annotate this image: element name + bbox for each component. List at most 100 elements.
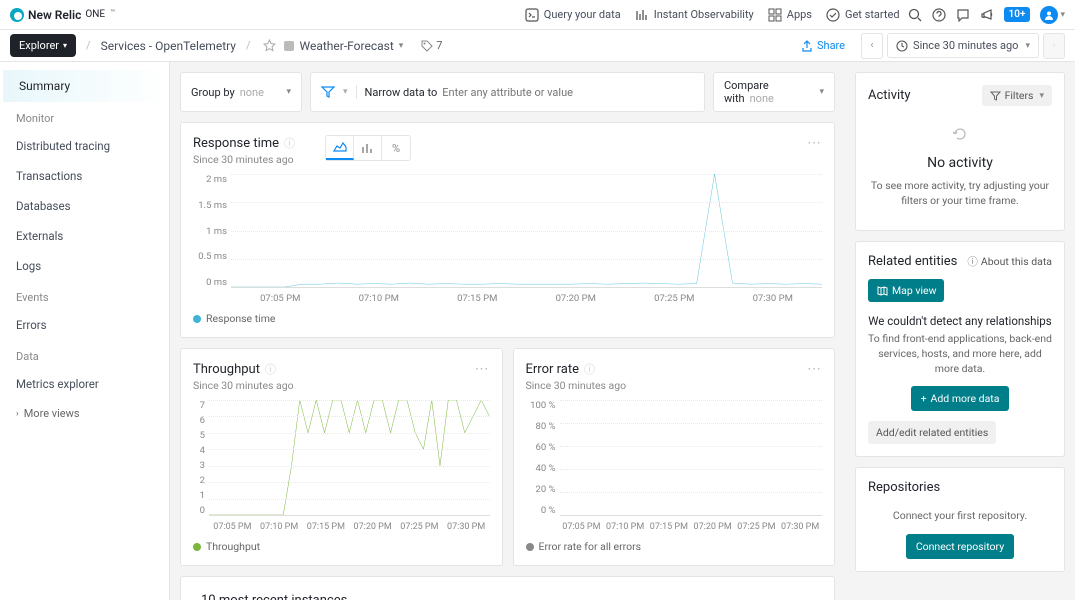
throughput-panel: Throughputⓘ Since 30 minutes ago ⋯ 7 6 5… xyxy=(180,348,503,566)
breadcrumb-services[interactable]: Services - OpenTelemetry xyxy=(101,39,236,53)
user-menu[interactable]: ▾ xyxy=(1040,6,1065,24)
y-tick: 6 xyxy=(193,415,205,426)
related-sub-text: To find front-end applications, back-end… xyxy=(868,332,1052,376)
chart-menu-icon[interactable]: ⋯ xyxy=(807,135,822,151)
percent-view-toggle[interactable]: % xyxy=(382,136,410,160)
group-by-label: Group by xyxy=(191,86,235,99)
sidebar-item-metrics[interactable]: Metrics explorer xyxy=(0,369,169,399)
time-prev-button[interactable]: ‹ xyxy=(861,33,883,59)
chevron-down-icon: ▾ xyxy=(1025,41,1030,51)
add-more-label: Add more data xyxy=(931,392,1000,405)
notification-badge[interactable]: 10+ xyxy=(1004,7,1031,22)
undo-icon xyxy=(951,126,969,142)
area-view-toggle[interactable] xyxy=(326,136,354,160)
x-tick: 07:15 PM xyxy=(307,522,345,532)
info-icon[interactable]: ⓘ xyxy=(584,361,595,377)
check-circle-icon xyxy=(826,8,840,22)
query-data-link[interactable]: Query your data xyxy=(525,8,621,22)
get-started-label: Get started xyxy=(845,8,900,21)
share-button[interactable]: Share xyxy=(801,39,845,52)
time-picker-button[interactable]: Since 30 minutes ago ▾ xyxy=(887,33,1039,58)
apps-icon xyxy=(768,8,782,22)
info-icon[interactable]: ⓘ xyxy=(284,135,295,151)
sidebar-item-logs[interactable]: Logs xyxy=(0,251,169,281)
time-label: Since 30 minutes ago xyxy=(913,39,1018,52)
chevron-down-icon[interactable]: ▾ xyxy=(343,87,348,97)
y-tick: 0.5 ms xyxy=(193,251,227,262)
compare-select[interactable]: Compare withnone ▾ xyxy=(713,72,835,112)
map-view-button[interactable]: Map view xyxy=(868,279,944,302)
y-tick: 1.5 ms xyxy=(193,200,227,211)
x-tick: 07:30 PM xyxy=(753,293,793,304)
search-icon[interactable] xyxy=(908,8,922,22)
tag-icon xyxy=(421,40,433,52)
feedback-icon[interactable] xyxy=(956,8,970,22)
x-tick: 07:25 PM xyxy=(737,522,775,532)
chevron-down-icon: ▾ xyxy=(63,41,67,50)
add-more-data-button[interactable]: + Add more data xyxy=(911,386,1010,411)
top-links: Query your data Instant Observability Ap… xyxy=(525,8,900,22)
plus-icon: + xyxy=(921,392,927,405)
add-edit-entities-button[interactable]: Add/edit related entities xyxy=(868,421,996,444)
chevron-down-icon: ▾ xyxy=(286,87,291,97)
breadcrumb-entity[interactable]: Weather-Forecast xyxy=(300,39,394,53)
y-tick: 3 xyxy=(193,460,205,471)
no-activity-text: No activity xyxy=(868,155,1052,171)
brand-sub: ONE xyxy=(85,9,105,20)
view-toggle-group: % xyxy=(325,135,411,161)
time-next-button[interactable]: › xyxy=(1043,33,1065,59)
instances-panel: 10 most recent instances instance id ave… xyxy=(180,576,835,600)
chart-menu-icon[interactable]: ⋯ xyxy=(475,361,490,377)
error-rate-chart[interactable]: 100 % 80 % 60 % 40 % 20 % 0 % 07:05 PM 0… xyxy=(526,400,823,530)
activity-filters-button[interactable]: Filters ▾ xyxy=(982,85,1052,106)
legend-dot xyxy=(193,315,201,323)
sidebar-item-summary[interactable]: Summary xyxy=(0,70,169,102)
sidebar: Summary Monitor Distributed tracing Tran… xyxy=(0,62,170,600)
connect-repo-button[interactable]: Connect repository xyxy=(906,534,1014,559)
chevron-down-icon[interactable]: ▾ xyxy=(399,41,404,51)
info-icon: ⓘ xyxy=(967,254,978,269)
throughput-chart[interactable]: 7 6 5 4 3 2 1 0 xyxy=(193,400,490,530)
announce-icon[interactable] xyxy=(980,8,994,22)
about-data-link[interactable]: ⓘ About this data xyxy=(967,254,1052,269)
x-tick: 07:20 PM xyxy=(694,522,732,532)
y-tick: 0 xyxy=(193,505,205,516)
star-icon[interactable] xyxy=(263,39,276,52)
y-tick: 1 xyxy=(193,490,205,501)
sidebar-item-externals[interactable]: Externals xyxy=(0,221,169,251)
share-icon xyxy=(801,40,813,52)
help-icon[interactable] xyxy=(932,8,946,22)
group-by-select[interactable]: Group by none ▾ xyxy=(180,72,302,112)
filter-icon[interactable] xyxy=(321,86,335,98)
get-started-link[interactable]: Get started xyxy=(826,8,900,22)
top-bar: New Relic ONE ™ Query your data Instant … xyxy=(0,0,1075,30)
group-by-value: none xyxy=(240,86,264,99)
chart-menu-icon[interactable]: ⋯ xyxy=(807,361,822,377)
chart-subtitle: Since 30 minutes ago xyxy=(193,379,294,392)
x-tick: 07:25 PM xyxy=(400,522,438,532)
breadcrumb-separator: / xyxy=(246,39,251,52)
x-tick: 07:20 PM xyxy=(354,522,392,532)
info-icon[interactable]: ⓘ xyxy=(265,361,276,377)
y-tick: 2 xyxy=(193,475,205,486)
instant-obs-link[interactable]: Instant Observability xyxy=(635,8,754,22)
legend-dot xyxy=(526,543,534,551)
bar-view-toggle[interactable] xyxy=(354,136,382,160)
sidebar-item-errors[interactable]: Errors xyxy=(0,310,169,340)
narrow-input[interactable] xyxy=(442,86,694,99)
sidebar-item-tracing[interactable]: Distributed tracing xyxy=(0,131,169,161)
repositories-panel: Repositories Connect your first reposito… xyxy=(855,467,1065,572)
apps-link[interactable]: Apps xyxy=(768,8,812,22)
filters-label: Filters xyxy=(1005,89,1034,102)
explorer-button[interactable]: Explorer ▾ xyxy=(10,34,76,57)
sidebar-item-transactions[interactable]: Transactions xyxy=(0,161,169,191)
legend-dot xyxy=(193,543,201,551)
instant-label: Instant Observability xyxy=(654,8,754,21)
clock-icon xyxy=(896,40,908,52)
tag-count[interactable]: 7 xyxy=(415,37,448,54)
response-time-chart[interactable]: 2 ms 1.5 ms 1 ms 0.5 ms 0 ms 07:05 PM 07… xyxy=(193,174,822,302)
brand-logo[interactable]: New Relic ONE ™ xyxy=(10,8,115,22)
tag-count-value: 7 xyxy=(436,39,442,52)
sidebar-item-databases[interactable]: Databases xyxy=(0,191,169,221)
more-views-toggle[interactable]: › More views xyxy=(0,399,169,428)
